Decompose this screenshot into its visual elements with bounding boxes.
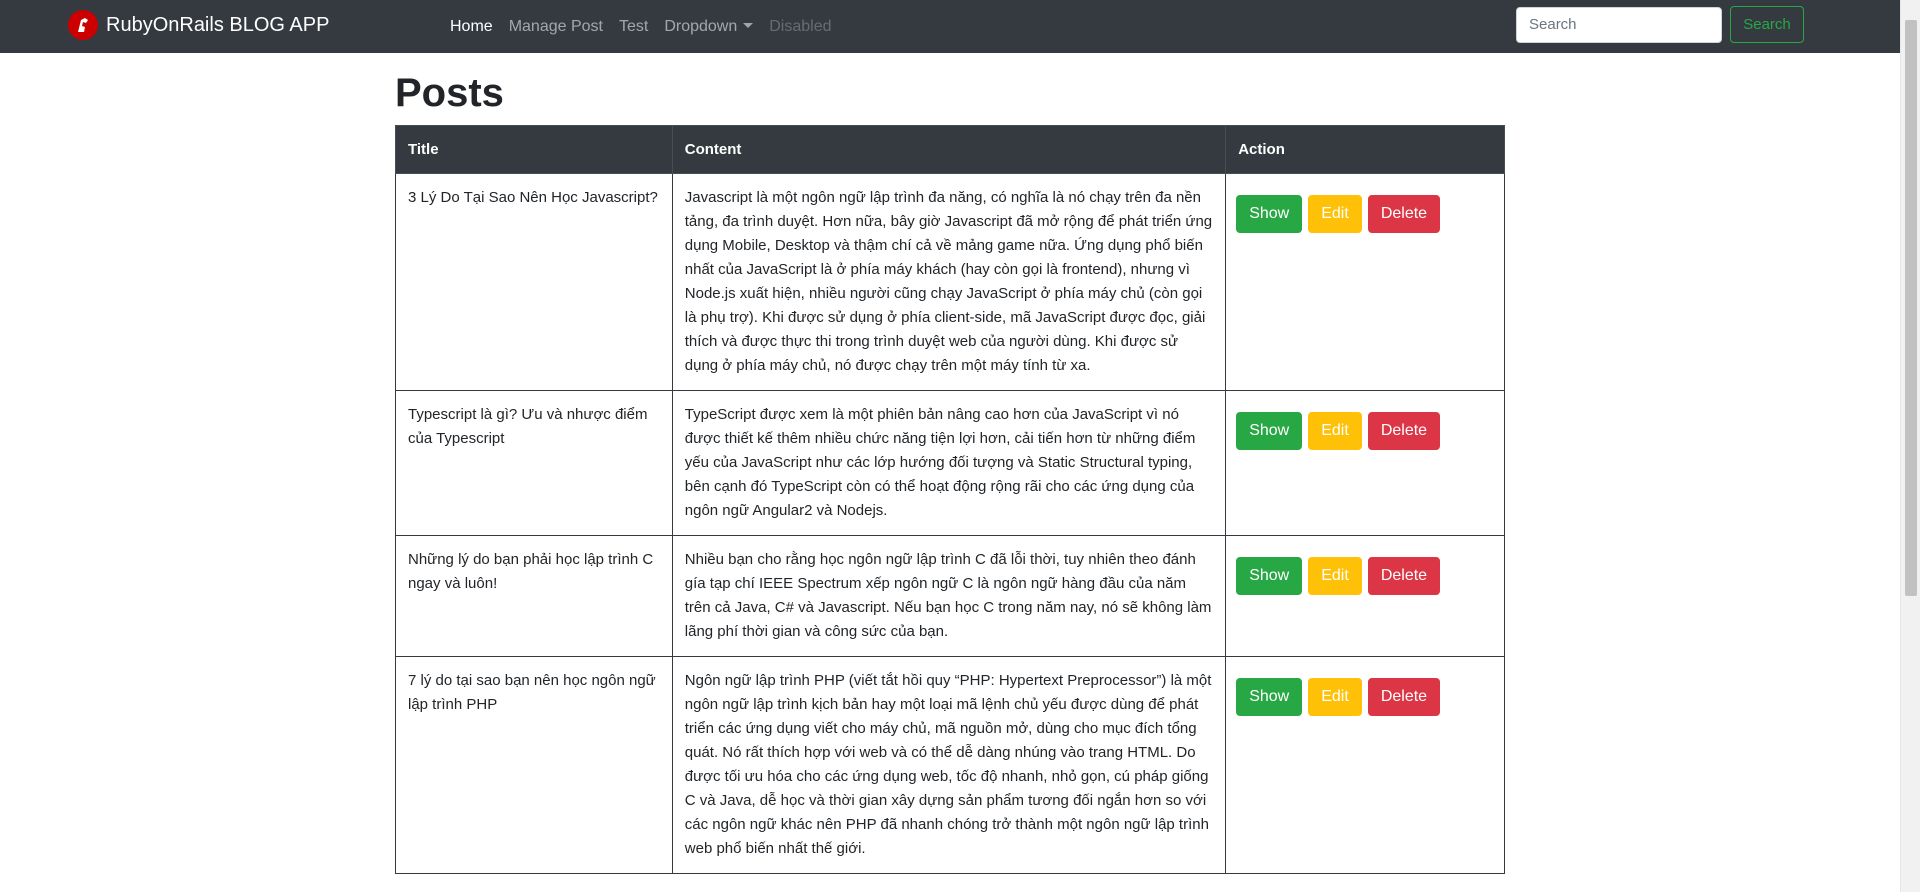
table-header: Title Content Action — [395, 125, 1505, 174]
header-content: Content — [671, 125, 1227, 174]
post-actions: Show Edit Delete — [1225, 535, 1505, 657]
header-action: Action — [1225, 125, 1505, 174]
chevron-down-icon — [743, 22, 754, 28]
brand-title: RubyOnRails BLOG APP — [106, 13, 330, 36]
table-row: 7 lý do tại sao bạn nên học ngôn ngữ lập… — [395, 656, 1505, 874]
nav-manage-post[interactable]: Manage Post — [509, 18, 603, 36]
delete-button[interactable]: Delete — [1367, 412, 1441, 450]
rails-logo-icon — [68, 10, 98, 40]
navbar: RubyOnRails BLOG APP Home Manage Post Te… — [0, 0, 1900, 53]
show-button[interactable]: Show — [1236, 678, 1303, 716]
table-body: 3 Lý Do Tại Sao Nên Học Javascript? Java… — [395, 173, 1505, 874]
vertical-scrollbar[interactable] — [1900, 0, 1920, 892]
table-row: 3 Lý Do Tại Sao Nên Học Javascript? Java… — [395, 173, 1505, 391]
edit-button[interactable]: Edit — [1308, 678, 1362, 716]
post-content: Ngôn ngữ lập trình PHP (viết tắt hồi quy… — [671, 656, 1227, 874]
scrollbar-thumb[interactable] — [1905, 20, 1917, 596]
table-row: Typescript là gì? Ưu và nhược điểm của T… — [395, 390, 1505, 536]
post-actions: Show Edit Delete — [1225, 173, 1505, 391]
brand-link[interactable]: RubyOnRails BLOG APP — [68, 10, 329, 40]
search-button[interactable]: Search — [1730, 6, 1804, 43]
nav-dropdown-label: Dropdown — [664, 17, 738, 35]
post-content: Javascript là một ngôn ngữ lập trình đa … — [671, 173, 1227, 391]
header-title: Title — [395, 125, 673, 174]
show-button[interactable]: Show — [1236, 557, 1303, 595]
nav-links: Home Manage Post Test Dropdown Disabled — [450, 0, 848, 53]
search-form: Search — [1516, 6, 1804, 43]
nav-home[interactable]: Home — [450, 18, 493, 36]
edit-button[interactable]: Edit — [1308, 557, 1362, 595]
post-content: TypeScript được xem là một phiên bản nân… — [671, 390, 1227, 536]
edit-button[interactable]: Edit — [1308, 195, 1362, 233]
post-title: Typescript là gì? Ưu và nhược điểm của T… — [395, 390, 673, 536]
nav-disabled: Disabled — [769, 17, 832, 35]
table-row: Những lý do bạn phải học lập trình C nga… — [395, 535, 1505, 657]
edit-button[interactable]: Edit — [1308, 412, 1362, 450]
post-title: 7 lý do tại sao bạn nên học ngôn ngữ lập… — [395, 656, 673, 874]
post-title: Những lý do bạn phải học lập trình C nga… — [395, 535, 673, 657]
nav-test[interactable]: Test — [619, 18, 648, 36]
post-actions: Show Edit Delete — [1225, 390, 1505, 536]
post-title: 3 Lý Do Tại Sao Nên Học Javascript? — [395, 173, 673, 391]
delete-button[interactable]: Delete — [1367, 557, 1441, 595]
nav-dropdown[interactable]: Dropdown — [664, 17, 754, 36]
post-actions: Show Edit Delete — [1225, 656, 1505, 874]
page-title: Posts — [395, 71, 504, 115]
main-container: Posts Title Content Action 3 Lý Do Tại S… — [395, 53, 1505, 874]
posts-table: Title Content Action 3 Lý Do Tại Sao Nên… — [395, 125, 1505, 874]
show-button[interactable]: Show — [1236, 412, 1303, 450]
post-content: Nhiều bạn cho rằng học ngôn ngữ lập trìn… — [671, 535, 1227, 657]
delete-button[interactable]: Delete — [1367, 678, 1441, 716]
show-button[interactable]: Show — [1236, 195, 1303, 233]
search-input[interactable] — [1516, 6, 1722, 43]
delete-button[interactable]: Delete — [1367, 195, 1441, 233]
